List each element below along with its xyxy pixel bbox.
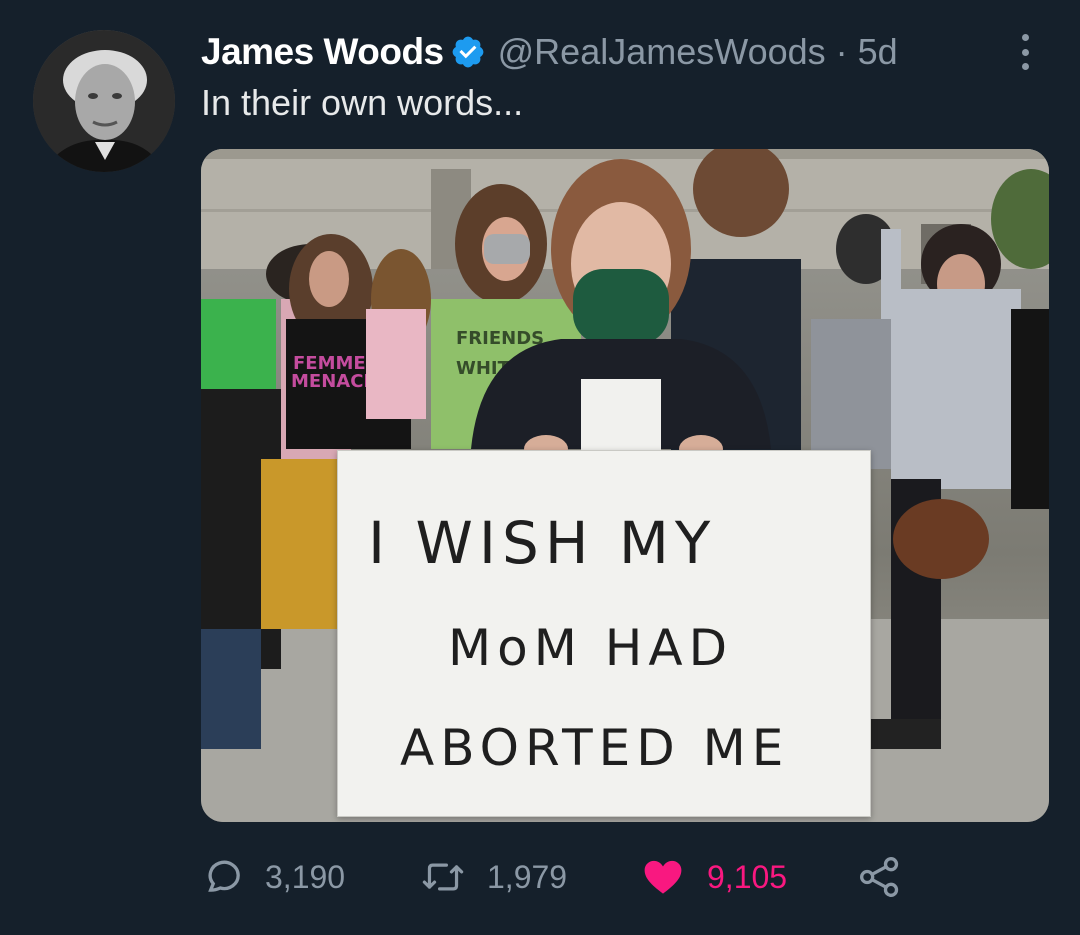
author-handle[interactable]: @RealJamesWoods xyxy=(498,31,826,73)
separator-dot: · xyxy=(835,31,848,72)
retweet-icon xyxy=(422,863,464,891)
author-name[interactable]: James Woods xyxy=(201,31,444,73)
more-vertical-icon[interactable] xyxy=(1013,30,1037,74)
timestamp[interactable]: 5d xyxy=(858,31,898,73)
protest-sign: I WISH MY MoM HAD ABORTED ME xyxy=(337,450,871,817)
retweet-count: 1,979 xyxy=(487,858,568,895)
tweet-actions: 3,190 1,979 9,105 xyxy=(201,852,921,902)
shirt-text-menace: MENACE xyxy=(291,371,376,392)
retweet-button[interactable]: 1,979 xyxy=(421,852,567,902)
sign-line-3: ABORTED ME xyxy=(400,719,790,777)
like-button[interactable]: 9,105 xyxy=(641,852,787,902)
tweet-photo[interactable]: FEMME MENACE FRIENDS WHITE I WISH MY MoM… xyxy=(201,149,1049,822)
reply-button[interactable]: 3,190 xyxy=(201,852,345,902)
reply-count: 3,190 xyxy=(265,858,346,895)
share-button[interactable] xyxy=(858,852,902,902)
reply-icon xyxy=(208,860,240,892)
sign-line-2: MoM HAD xyxy=(448,619,734,677)
like-count: 9,105 xyxy=(707,858,788,895)
shirt-text-friends: FRIENDS xyxy=(456,328,544,349)
profile-photo xyxy=(33,30,175,172)
tweet-text: In their own words... xyxy=(201,82,524,123)
share-icon xyxy=(860,857,899,897)
tweet-header: James Woods @RealJamesWoods · 5d xyxy=(201,28,898,76)
verified-badge-icon xyxy=(452,36,483,68)
heart-icon xyxy=(644,860,682,894)
avatar[interactable] xyxy=(33,30,175,172)
sign-line-1: I WISH MY xyxy=(368,509,717,577)
